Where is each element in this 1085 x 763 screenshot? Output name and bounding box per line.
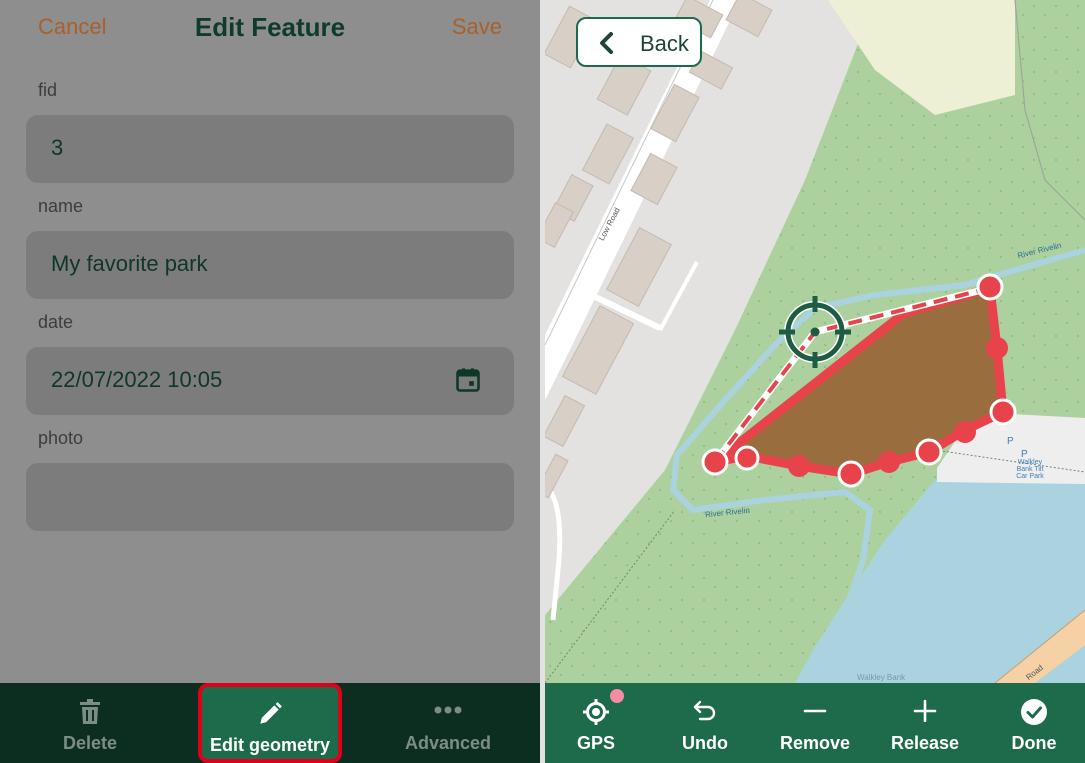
advanced-label: Advanced — [404, 733, 492, 753]
undo-icon — [651, 698, 759, 722]
edit-feature-panel: Cancel Edit Feature Save fid 3 name My f… — [0, 0, 540, 763]
map-canvas[interactable] — [545, 0, 1085, 683]
done-label: Done — [1011, 733, 1057, 753]
form-header: Cancel Edit Feature Save — [0, 0, 540, 58]
remove-label: Remove — [779, 733, 851, 753]
release-label: Release — [890, 733, 960, 753]
gps-status-badge — [610, 689, 624, 703]
fid-field[interactable]: 3 — [26, 115, 514, 183]
map-panel: Low Road River Rivelin River Rivelin P P… — [545, 0, 1085, 763]
name-value: My favorite park — [51, 251, 208, 276]
date-value: 22/07/2022 10:05 — [51, 367, 223, 392]
photo-label: photo — [38, 428, 84, 448]
date-label: date — [38, 312, 74, 332]
check-circle-icon — [980, 698, 1085, 726]
date-field[interactable]: 22/07/2022 10:05 — [26, 347, 514, 415]
edit-geometry-button[interactable]: Edit geometry — [198, 683, 342, 763]
plus-icon — [871, 698, 979, 722]
delete-button[interactable]: Delete — [20, 683, 160, 763]
more-dots-icon — [378, 705, 518, 715]
gps-label: GPS — [576, 733, 615, 753]
back-label: Back — [640, 31, 689, 56]
map-label-water: Walkley Bank — [857, 673, 906, 682]
map-label-parking-1: P — [1007, 436, 1014, 447]
geometry-toolbar: GPS Undo Remove Release Done — [545, 683, 1085, 763]
gps-button[interactable]: GPS — [545, 683, 650, 763]
photo-field[interactable] — [26, 463, 514, 531]
release-button[interactable]: Release — [871, 683, 979, 763]
remove-button[interactable]: Remove — [761, 683, 869, 763]
edit-geometry-label: Edit geometry — [209, 735, 331, 755]
undo-label: Undo — [682, 733, 728, 753]
minus-icon — [761, 698, 869, 722]
calendar-icon[interactable] — [454, 366, 482, 399]
map-label-car-park: Walkley Bank Tilt Car Park — [1016, 459, 1044, 480]
form-toolbar: Delete Edit geometry Advanced — [0, 683, 540, 763]
trash-icon — [20, 699, 160, 725]
fid-label: fid — [38, 80, 58, 100]
fid-value: 3 — [51, 135, 64, 160]
back-button[interactable]: Back — [576, 17, 702, 67]
advanced-button[interactable]: Advanced — [378, 683, 518, 763]
undo-button[interactable]: Undo — [651, 683, 759, 763]
pencil-icon — [202, 701, 338, 727]
done-button[interactable]: Done — [980, 683, 1085, 763]
name-label: name — [38, 196, 84, 216]
delete-label: Delete — [62, 733, 118, 753]
gps-icon — [545, 698, 650, 726]
name-field[interactable]: My favorite park — [26, 231, 514, 299]
save-button[interactable]: Save — [452, 14, 502, 40]
chevron-left-icon — [598, 32, 614, 59]
